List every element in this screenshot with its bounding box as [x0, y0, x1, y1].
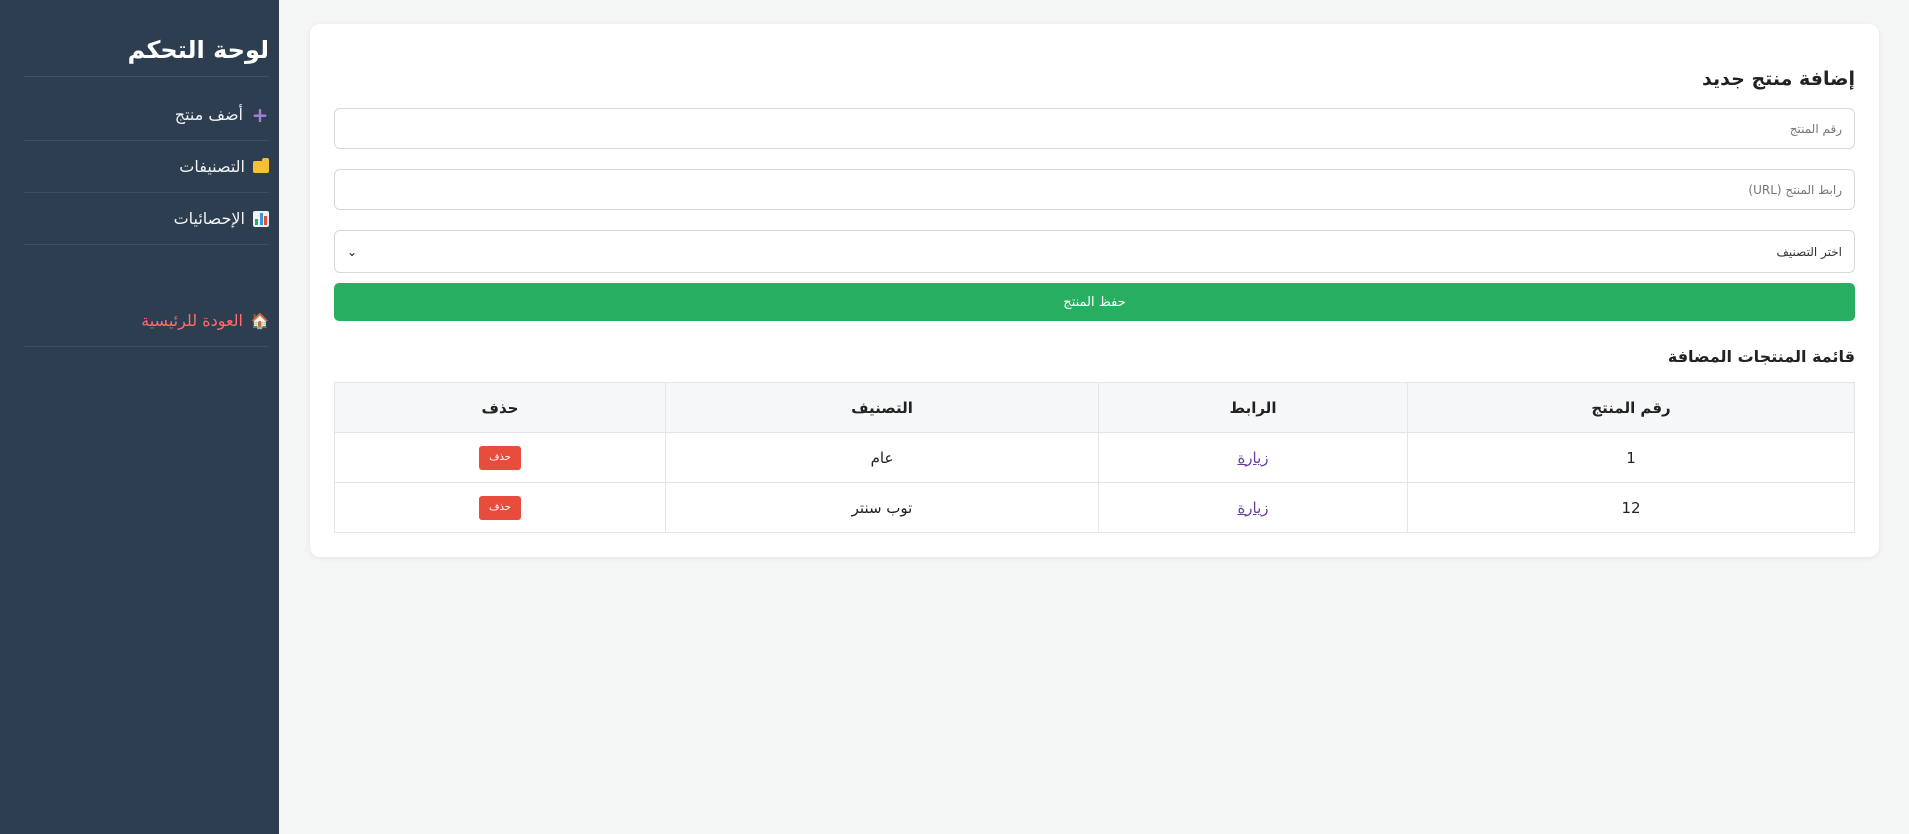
category-select-value: اختر التصنيف — [1776, 244, 1843, 259]
sidebar-title: لوحة التحكم — [24, 36, 269, 77]
save-product-button[interactable]: حفظ المنتج — [334, 283, 1855, 321]
product-url-placeholder: رابط المنتج (URL) — [1748, 182, 1842, 197]
product-url-input[interactable]: رابط المنتج (URL) — [334, 169, 1855, 210]
cell-delete: حذف — [334, 432, 666, 483]
visit-link[interactable]: زيارة — [1237, 449, 1268, 467]
folder-icon — [253, 157, 269, 173]
cell-delete: حذف — [334, 482, 666, 533]
column-header-link: الرابط — [1098, 382, 1408, 433]
category-select[interactable]: اختر التصنيف ⌄ — [334, 230, 1855, 273]
sidebar-item-label: التصنيفات — [179, 157, 245, 176]
column-header-delete: حذف — [334, 382, 666, 433]
sidebar-nav: + أضف منتج التصنيفات الإحصائيات 🏠 العودة… — [24, 89, 269, 347]
sidebar-item-label: العودة للرئيسية — [141, 311, 243, 330]
sidebar-item-label: الإحصائيات — [173, 209, 245, 228]
table-header-row: رقم المنتج الرابط التصنيف حذف — [334, 382, 1855, 433]
products-list-title: قائمة المنتجات المضافة — [1667, 347, 1855, 366]
cell-link: زيارة — [1098, 482, 1408, 533]
nav-spacer — [24, 245, 269, 295]
sidebar-item-home[interactable]: 🏠 العودة للرئيسية — [24, 295, 269, 347]
cell-category: عام — [665, 432, 1099, 483]
table-row: 1 زيارة عام حذف — [334, 432, 1855, 483]
column-header-category: التصنيف — [665, 382, 1099, 433]
delete-button[interactable]: حذف — [479, 495, 521, 520]
column-header-id: رقم المنتج — [1407, 382, 1855, 433]
delete-button[interactable]: حذف — [479, 445, 521, 470]
table-row: 12 زيارة توب سنتر حذف — [334, 482, 1855, 533]
cell-category: توب سنتر — [665, 482, 1099, 533]
sidebar: لوحة التحكم + أضف منتج التصنيفات الإحصائ… — [0, 0, 279, 834]
product-card: إضافة منتج جديد رقم المنتج رابط المنتج (… — [310, 24, 1879, 557]
chevron-down-icon: ⌄ — [347, 244, 358, 259]
cell-link: زيارة — [1098, 432, 1408, 483]
main-content: إضافة منتج جديد رقم المنتج رابط المنتج (… — [279, 0, 1909, 834]
sidebar-item-add-product[interactable]: + أضف منتج — [24, 89, 269, 141]
sidebar-item-categories[interactable]: التصنيفات — [24, 141, 269, 193]
bar-chart-icon — [253, 210, 269, 227]
product-id-input[interactable]: رقم المنتج — [334, 108, 1855, 149]
sidebar-item-label: أضف منتج — [174, 105, 243, 124]
plus-icon: + — [251, 102, 269, 127]
form-title: إضافة منتج جديد — [1702, 68, 1855, 90]
sidebar-item-statistics[interactable]: الإحصائيات — [24, 193, 269, 245]
app-layout: لوحة التحكم + أضف منتج التصنيفات الإحصائ… — [0, 0, 1909, 834]
product-id-placeholder: رقم المنتج — [1789, 121, 1842, 136]
cell-product-id: 1 — [1407, 432, 1855, 483]
visit-link[interactable]: زيارة — [1237, 499, 1268, 517]
cell-product-id: 12 — [1407, 482, 1855, 533]
house-icon: 🏠 — [250, 311, 270, 330]
products-table: رقم المنتج الرابط التصنيف حذف 1 زيارة عا… — [334, 382, 1855, 533]
